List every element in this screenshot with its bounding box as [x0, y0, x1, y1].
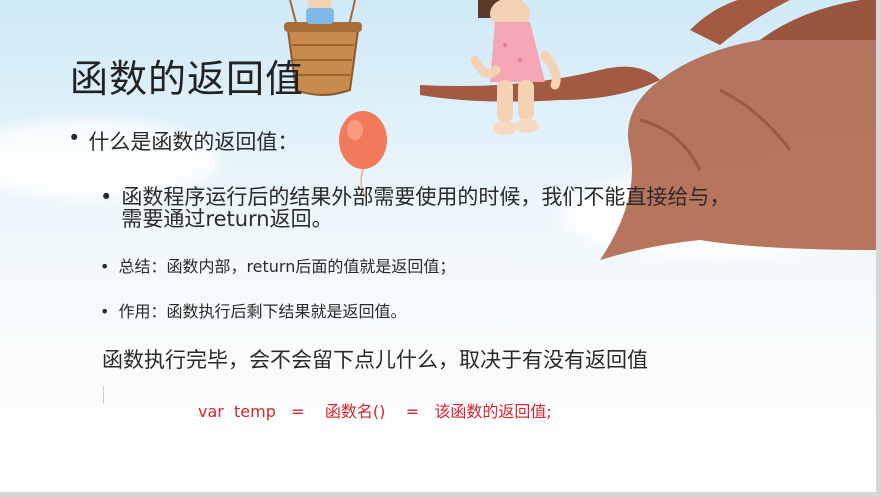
bullet-dot: •	[100, 185, 113, 209]
window-bottom-border	[0, 492, 881, 497]
bullet-sub-2-text: 总结：函数内部，return后面的值就是返回值；	[118, 257, 456, 276]
bullet-sub-2: • 总结：函数内部，return后面的值就是返回值；	[100, 257, 800, 277]
bullet-sub-1-line-2: 需要通过return返回。	[121, 207, 333, 231]
bullet-sub-1: • 函数程序运行后的结果外部需要使用的时候，我们不能直接给与， 需要通过retu…	[100, 186, 800, 230]
girl-on-branch	[470, 0, 561, 135]
text-cursor-mark	[103, 386, 104, 404]
bullet-dot: •	[68, 126, 81, 150]
bullet-sub-3: • 作用：函数执行后剩下结果就是返回值。	[100, 302, 800, 322]
summary-text: 函数执行完毕，会不会留下点儿什么，取决于有没有返回值	[102, 348, 648, 372]
bullet-main: • 什么是函数的返回值：	[68, 126, 298, 156]
slide: 函数的返回值 • 什么是函数的返回值： • 函数程序运行后的结果外部需要使用的时…	[0, 0, 881, 497]
bullet-dot: •	[100, 302, 110, 321]
bullet-main-text: 什么是函数的返回值：	[88, 130, 299, 154]
bullet-dot: •	[100, 257, 110, 276]
slide-title: 函数的返回值	[70, 57, 305, 101]
code-example: var temp = 函数名() = 该函数的返回值;	[198, 402, 552, 421]
bullet-sub-1-line-1: 函数程序运行后的结果外部需要使用的时候，我们不能直接给与，	[121, 185, 731, 209]
window-right-border	[876, 0, 881, 497]
bullet-sub-3-text: 作用：函数执行后剩下结果就是返回值。	[118, 302, 407, 321]
